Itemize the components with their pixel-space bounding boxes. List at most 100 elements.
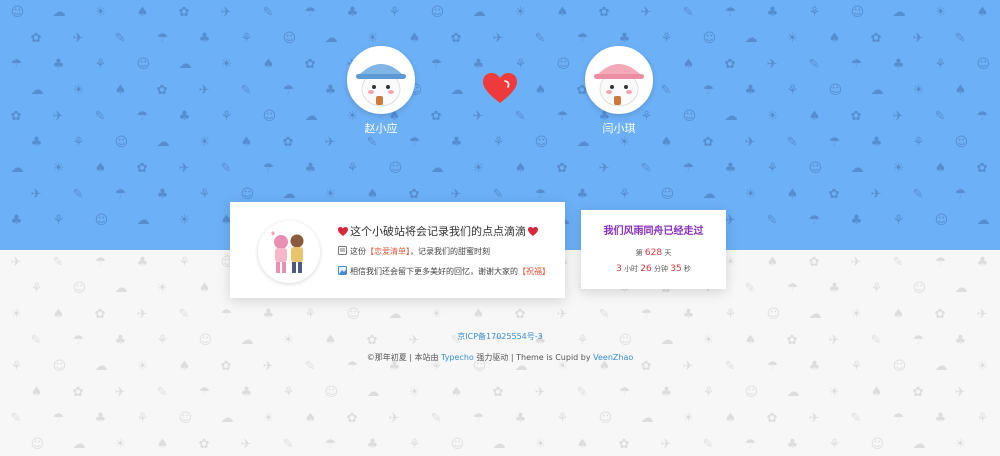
doodle-icon: ✎ [366,135,378,150]
doodle-icon: ✿ [156,83,168,98]
doodle-icon: ✈ [198,83,210,98]
doodle-icon: ♠ [934,161,947,176]
doodle-icon: ☁ [156,135,170,150]
doodle-icon: ✎ [954,31,966,46]
doodle-icon: ☁ [10,161,24,176]
doodle-icon: ☂ [828,135,841,150]
doodle-icon: ✎ [912,187,924,202]
doodle-icon: ♣ [660,385,673,400]
author-link[interactable]: VeenZhao [593,353,633,362]
doodle-icon: ✎ [744,281,756,296]
doodle-icon: ✈ [178,161,190,176]
doodle-icon: ♠ [870,385,883,400]
doodle-icon: ⚘ [912,135,925,150]
doodle-icon: ☂ [534,187,547,202]
doodle-icon: ⚘ [72,135,85,150]
doodle-icon: ☁ [892,5,906,20]
doodle-icon: ♣ [156,187,169,202]
doodle-icon: ✿ [178,5,190,20]
doodle-icon: ☁ [72,437,86,452]
copyright-text: ©那年初夏 [366,353,407,362]
girl-avatar[interactable] [585,46,653,114]
doodle-icon: ✈ [660,437,672,452]
doodle-icon: ♣ [52,57,65,72]
doodle-icon: ✈ [136,307,148,322]
doodle-icon: ♠ [808,109,821,124]
doodle-icon: ✿ [702,135,714,150]
doodle-icon: ✿ [304,57,316,72]
doodle-icon: ♣ [136,255,149,270]
doodle-icon: ✿ [198,437,210,452]
doodle-icon: ☺ [282,31,297,46]
doodle-icon: ♣ [766,5,779,20]
doodle-icon: ☺ [682,109,697,124]
doodle-icon: ☀ [618,135,631,150]
doodle-icon: ☺ [178,411,193,426]
doodle-icon: ♣ [472,57,485,72]
typecho-link[interactable]: Typecho [441,353,474,362]
doodle-icon: ☁ [640,411,654,426]
doodle-icon: ✈ [30,187,42,202]
doodle-icon: ☺ [430,5,445,20]
doodle-icon: ♣ [240,385,253,400]
doodle-icon: ✈ [240,437,252,452]
blessing-link[interactable]: 【祝福】 [518,267,550,276]
doodle-icon: ☀ [786,31,799,46]
doodle-icon: ☂ [262,161,275,176]
doodle-icon: ☺ [450,437,465,452]
doodle-icon: ✿ [766,411,778,426]
doodle-icon: ☀ [514,5,527,20]
doodle-icon: ✈ [808,411,820,426]
doodle-icon: ✈ [72,31,84,46]
doodle-icon: ♠ [240,135,253,150]
doodle-icon: ⚘ [786,83,799,98]
doodle-icon: ☂ [304,5,317,20]
doodle-icon: ⚘ [808,5,821,20]
doodle-icon: ☂ [850,57,863,72]
heart-icon [528,226,538,236]
doodle-icon: ☂ [282,83,295,98]
doodle-icon: ♣ [976,255,989,270]
doodle-icon: ✎ [178,307,190,322]
doodle-icon: ♣ [198,31,211,46]
doodle-icon: ⚘ [828,437,841,452]
doodle-icon: ✈ [472,109,484,124]
doodle-icon: ☺ [934,213,949,228]
doodle-icon: ☺ [114,135,129,150]
doodle-icon: ✎ [52,255,64,270]
doodle-icon: ☂ [786,281,799,296]
doodle-icon: ☂ [682,161,695,176]
line2-prefix: 这份 [350,247,366,256]
doodle-icon: ☺ [556,57,571,72]
doodle-icon: ✎ [660,83,672,98]
doodle-icon: ♠ [136,5,149,20]
doodle-icon: ✈ [744,135,756,150]
icp-link[interactable]: 京ICP备17025554号-3 [0,331,1000,342]
minutes-unit: 分钟 [653,265,668,273]
doodle-icon: ☺ [262,109,277,124]
doodle-icon: ♠ [114,83,127,98]
doodle-icon: ♣ [744,83,757,98]
doodle-icon: ♠ [304,411,317,426]
line3-prefix: 相信我们还会留下更多美好的回忆，谢谢大家的 [350,267,518,276]
doodle-icon: ☺ [136,57,151,72]
doodle-icon: ✿ [30,31,42,46]
doodle-icon: ☁ [472,5,486,20]
message-title-text: 这个小破站将会记录我们的点点滴滴 [350,225,526,238]
doodle-icon: ♣ [346,5,359,20]
love-list-link[interactable]: 【恋爱清单】 [366,247,410,256]
doodle-icon: ☺ [388,161,403,176]
doodle-icon: ☂ [136,109,149,124]
doodle-icon: ✎ [640,161,652,176]
doodle-icon: ☀ [114,437,127,452]
doodle-icon: ⚘ [618,187,631,202]
doodle-icon: ♠ [30,385,43,400]
doodle-icon: ♣ [450,135,463,150]
doodle-icon: ⚘ [934,57,947,72]
photo-icon [338,266,347,275]
boy-avatar[interactable] [347,46,415,114]
doodle-icon: ☁ [282,187,296,202]
doodle-icon: ✿ [808,255,820,270]
doodle-icon: ✿ [976,161,988,176]
doodle-icon: ✎ [514,109,526,124]
